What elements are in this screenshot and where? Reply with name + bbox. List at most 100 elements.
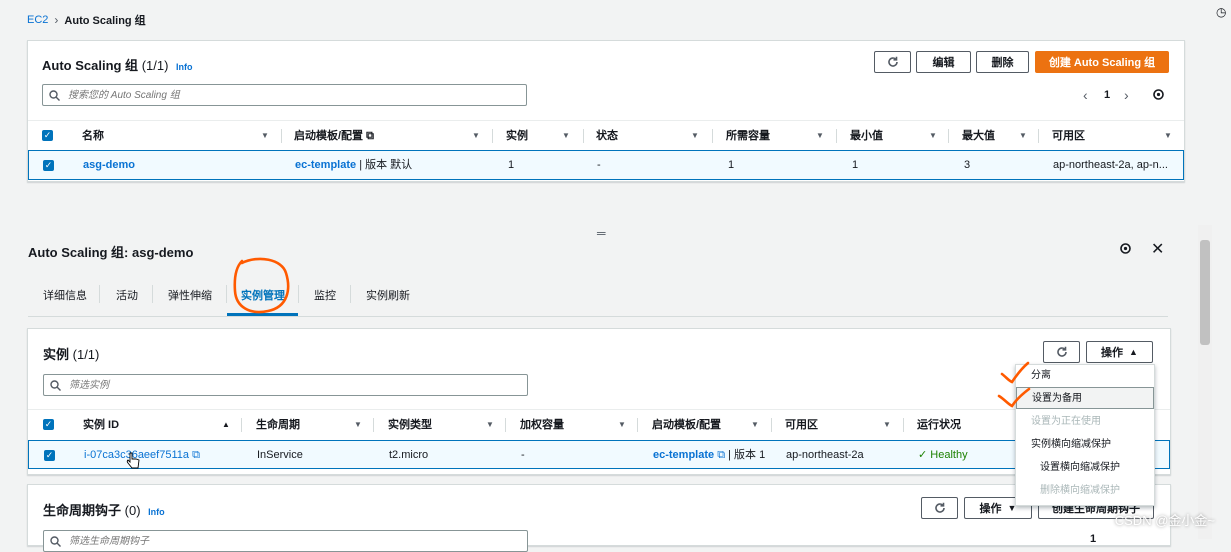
col-instances[interactable]: 实例 [506,121,528,151]
sort-icon[interactable]: ▼ [1164,121,1172,151]
hooks-page-number[interactable]: 1 [1090,533,1096,545]
col-template[interactable]: 启动模板/配置 ⧉ [294,121,374,151]
menu-item-set-scale-in-protection[interactable]: 设置横向缩减保护 [1016,457,1154,479]
instances-count: (1/1) [72,347,100,362]
instances-actions-button[interactable]: 操作 ▲ [1086,341,1153,363]
col-desired[interactable]: 所需容量 [726,121,770,151]
template-link[interactable]: ec-template [653,449,714,461]
drag-handle-icon[interactable]: ═ [597,226,606,240]
check-circle-icon: ✓ [918,449,928,461]
sort-icon[interactable]: ▼ [472,121,480,151]
col-lifecycle[interactable]: 生命周期 [256,410,300,440]
checkbox-icon[interactable]: ✓ [43,419,54,430]
col-az[interactable]: 可用区 [785,410,818,440]
next-page-icon[interactable]: › [1124,87,1129,103]
sort-icon[interactable]: ▼ [751,410,759,440]
scrollbar-thumb[interactable] [1200,240,1210,345]
external-link-icon[interactable]: ⧉ [192,449,200,461]
asg-info-link[interactable]: Info [176,62,193,72]
menu-item-set-in-service: 设置为正在使用 [1031,416,1101,427]
settings-icon[interactable] [1119,242,1132,258]
hooks-search-input[interactable] [67,534,501,548]
tab-instance-management[interactable]: 实例管理 [241,287,285,303]
tab-instance-refresh[interactable]: 实例刷新 [366,287,410,303]
external-link-icon[interactable]: ⧉ [717,449,725,461]
asg-refresh-button[interactable] [874,51,911,73]
hooks-search-field[interactable] [43,530,528,552]
weight-cell: - [521,449,525,461]
col-min[interactable]: 最小值 [850,121,883,151]
instances-refresh-button[interactable] [1043,341,1080,363]
col-instance-id[interactable]: 实例 ID [83,410,119,440]
col-az[interactable]: 可用区 [1052,121,1085,151]
instances-search-input[interactable] [67,378,501,392]
column-divider [771,418,772,432]
sort-icon[interactable]: ▼ [883,410,891,440]
col-template-label: 启动模板/配置 [652,419,722,431]
instances-table-header: ✓ 实例 ID ▲ 生命周期 ▼ 实例类型 ▼ 加权容量 ▼ 启动模板/配置 ▼… [28,409,1170,441]
sort-icon[interactable]: ▼ [1019,121,1027,151]
col-weight[interactable]: 加权容量 [520,410,564,440]
checkbox-icon[interactable]: ✓ [44,450,55,461]
asg-page-number[interactable]: 1 [1104,89,1110,101]
refresh-icon [1056,346,1067,357]
asg-edit-button[interactable]: 编辑 [916,51,971,73]
asg-search-field[interactable] [42,84,527,106]
col-name[interactable]: 名称 [82,121,104,151]
breadcrumb: EC2 › Auto Scaling 组 [27,12,146,28]
sort-icon[interactable]: ▼ [618,410,626,440]
asg-delete-button[interactable]: 删除 [976,51,1029,73]
tab-activity[interactable]: 活动 [116,287,138,303]
breadcrumb-ec2-link[interactable]: EC2 [27,14,48,26]
menu-item-remove-scale-in-protection: 删除横向缩减保护 [1040,485,1120,496]
instances-search-field[interactable] [43,374,528,396]
sort-icon[interactable]: ▼ [486,410,494,440]
close-icon[interactable]: ✕ [1151,239,1164,259]
menu-group-scale-in-protection: 实例横向缩减保护 [1031,439,1111,450]
sort-asc-icon[interactable]: ▲ [222,410,230,440]
tabs-baseline [28,316,1168,317]
sort-icon[interactable]: ▼ [691,121,699,151]
prev-page-icon[interactable]: ‹ [1083,87,1088,103]
tab-monitoring[interactable]: 监控 [314,287,336,303]
hooks-refresh-button[interactable] [921,497,958,519]
template-cell: ec-template ⧉ | 版本 1 [653,441,765,469]
create-asg-button[interactable]: 创建 Auto Scaling 组 [1035,51,1169,73]
hooks-actions-label: 操作 [979,503,1002,515]
checkbox-icon[interactable]: ✓ [43,160,54,171]
checkbox-icon[interactable]: ✓ [42,130,53,141]
search-icon [49,89,60,101]
status-cell: - [597,159,601,171]
health-status: Healthy [930,449,968,461]
asg-name-link[interactable]: asg-demo [83,151,135,179]
col-template[interactable]: 启动模板/配置 [652,410,721,440]
instance-id-link[interactable]: i-07ca3c36aeef7511a [84,449,189,461]
sort-icon[interactable]: ▼ [929,121,937,151]
sort-icon[interactable]: ▼ [816,121,824,151]
sort-icon[interactable]: ▼ [354,410,362,440]
tab-divider [298,285,299,303]
settings-icon[interactable] [1152,88,1165,104]
col-instance-type[interactable]: 实例类型 [388,410,432,440]
col-health[interactable]: 运行状况 [917,410,961,440]
column-divider [583,129,584,143]
column-divider [505,418,506,432]
menu-item-detach[interactable]: 分离 [1016,365,1154,387]
table-row[interactable]: ✓ asg-demo ec-template | 版本 默认 1 - 1 1 3… [28,150,1184,180]
instance-type-cell: t2.micro [389,449,429,461]
hooks-info-link[interactable]: Info [148,507,165,517]
table-row[interactable]: ✓ i-07ca3c36aeef7511a ⧉ InService t2.mic… [28,440,1170,469]
asg-search-input[interactable] [66,88,500,102]
hooks-header: 生命周期钩子 (0) Info [43,500,165,519]
clock-icon[interactable]: ◷ [1216,5,1226,19]
tab-scaling[interactable]: 弹性伸缩 [168,287,212,303]
template-link[interactable]: ec-template [295,159,356,171]
sort-icon[interactable]: ▼ [261,121,269,151]
sort-icon[interactable]: ▼ [562,121,570,151]
column-divider [903,418,904,432]
menu-item-set-standby[interactable]: 设置为备用 [1016,387,1154,409]
col-status[interactable]: 状态 [596,121,618,151]
col-max[interactable]: 最大值 [962,121,995,151]
tab-details[interactable]: 详细信息 [43,287,87,303]
instance-id-cell: i-07ca3c36aeef7511a ⧉ [84,441,200,469]
